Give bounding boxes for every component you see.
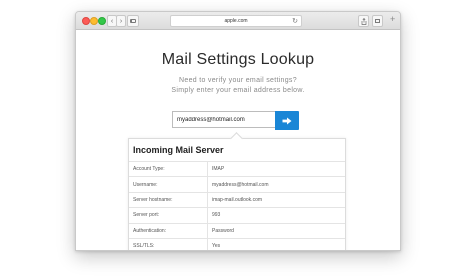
- table-row: Username: myaddress@hotmail.com: [129, 176, 345, 193]
- page-subtitle: Need to verify your email settings? Simp…: [76, 76, 400, 96]
- zoom-window-button[interactable]: [98, 17, 106, 25]
- page-content: Mail Settings Lookup Need to verify your…: [76, 30, 400, 250]
- card-title: Incoming Mail Server: [133, 145, 224, 155]
- table-row: Server hostname: imap-mail.outlook.com: [129, 191, 345, 208]
- setting-label: Server port:: [129, 207, 208, 224]
- address-bar[interactable]: apple.com ↻: [170, 15, 302, 27]
- tabs-icon: [375, 19, 380, 23]
- setting-label: Authentication:: [129, 222, 208, 239]
- setting-value: 993: [207, 207, 345, 224]
- share-icon: [361, 17, 366, 25]
- incoming-mail-server-card: Incoming Mail Server Account Type: IMAP …: [128, 132, 346, 250]
- setting-value: Yes: [207, 237, 345, 250]
- chevron-right-icon: ›: [119, 17, 123, 25]
- setting-value: Password: [207, 222, 345, 239]
- submit-button[interactable]: [275, 111, 299, 130]
- setting-label: Username:: [129, 176, 208, 193]
- sidebar-icon: [130, 19, 136, 23]
- setting-value: myaddress@hotmail.com: [207, 176, 345, 193]
- setting-value: imap-mail.outlook.com: [207, 191, 345, 208]
- settings-table: Account Type: IMAP Username: myaddress@h…: [129, 160, 345, 250]
- setting-label: SSL/TLS:: [129, 237, 208, 250]
- table-row: Account Type: IMAP: [129, 160, 345, 177]
- tabs-button[interactable]: [372, 15, 383, 27]
- share-button[interactable]: [358, 15, 369, 27]
- email-input[interactable]: [172, 111, 275, 128]
- table-row: Authentication: Password: [129, 222, 345, 239]
- minimize-window-button[interactable]: [90, 17, 98, 25]
- page-title: Mail Settings Lookup: [161, 51, 315, 68]
- setting-label: Account Type:: [129, 160, 208, 177]
- setting-label: Server hostname:: [129, 191, 208, 208]
- address-text: apple.com: [224, 18, 248, 24]
- card-pointer: [230, 132, 243, 145]
- subtitle-line-2: Simply enter your email address below.: [171, 87, 305, 94]
- chevron-left-icon: ‹: [110, 17, 114, 25]
- browser-window: ‹ › apple.com ↻ + Mail Settings Lookup N…: [75, 11, 401, 251]
- setting-value: IMAP: [207, 160, 345, 177]
- browser-toolbar: ‹ › apple.com ↻ +: [76, 12, 400, 30]
- table-row: Server port: 993: [129, 207, 345, 224]
- close-window-button[interactable]: [82, 17, 90, 25]
- subtitle-line-1: Need to verify your email settings?: [179, 77, 297, 84]
- table-row: SSL/TLS: Yes: [129, 237, 345, 250]
- arrow-right-icon: [282, 117, 292, 124]
- reload-icon[interactable]: ↻: [292, 17, 298, 25]
- forward-button[interactable]: ›: [116, 15, 126, 27]
- sidebar-button[interactable]: [127, 15, 139, 27]
- plus-icon[interactable]: +: [390, 14, 395, 24]
